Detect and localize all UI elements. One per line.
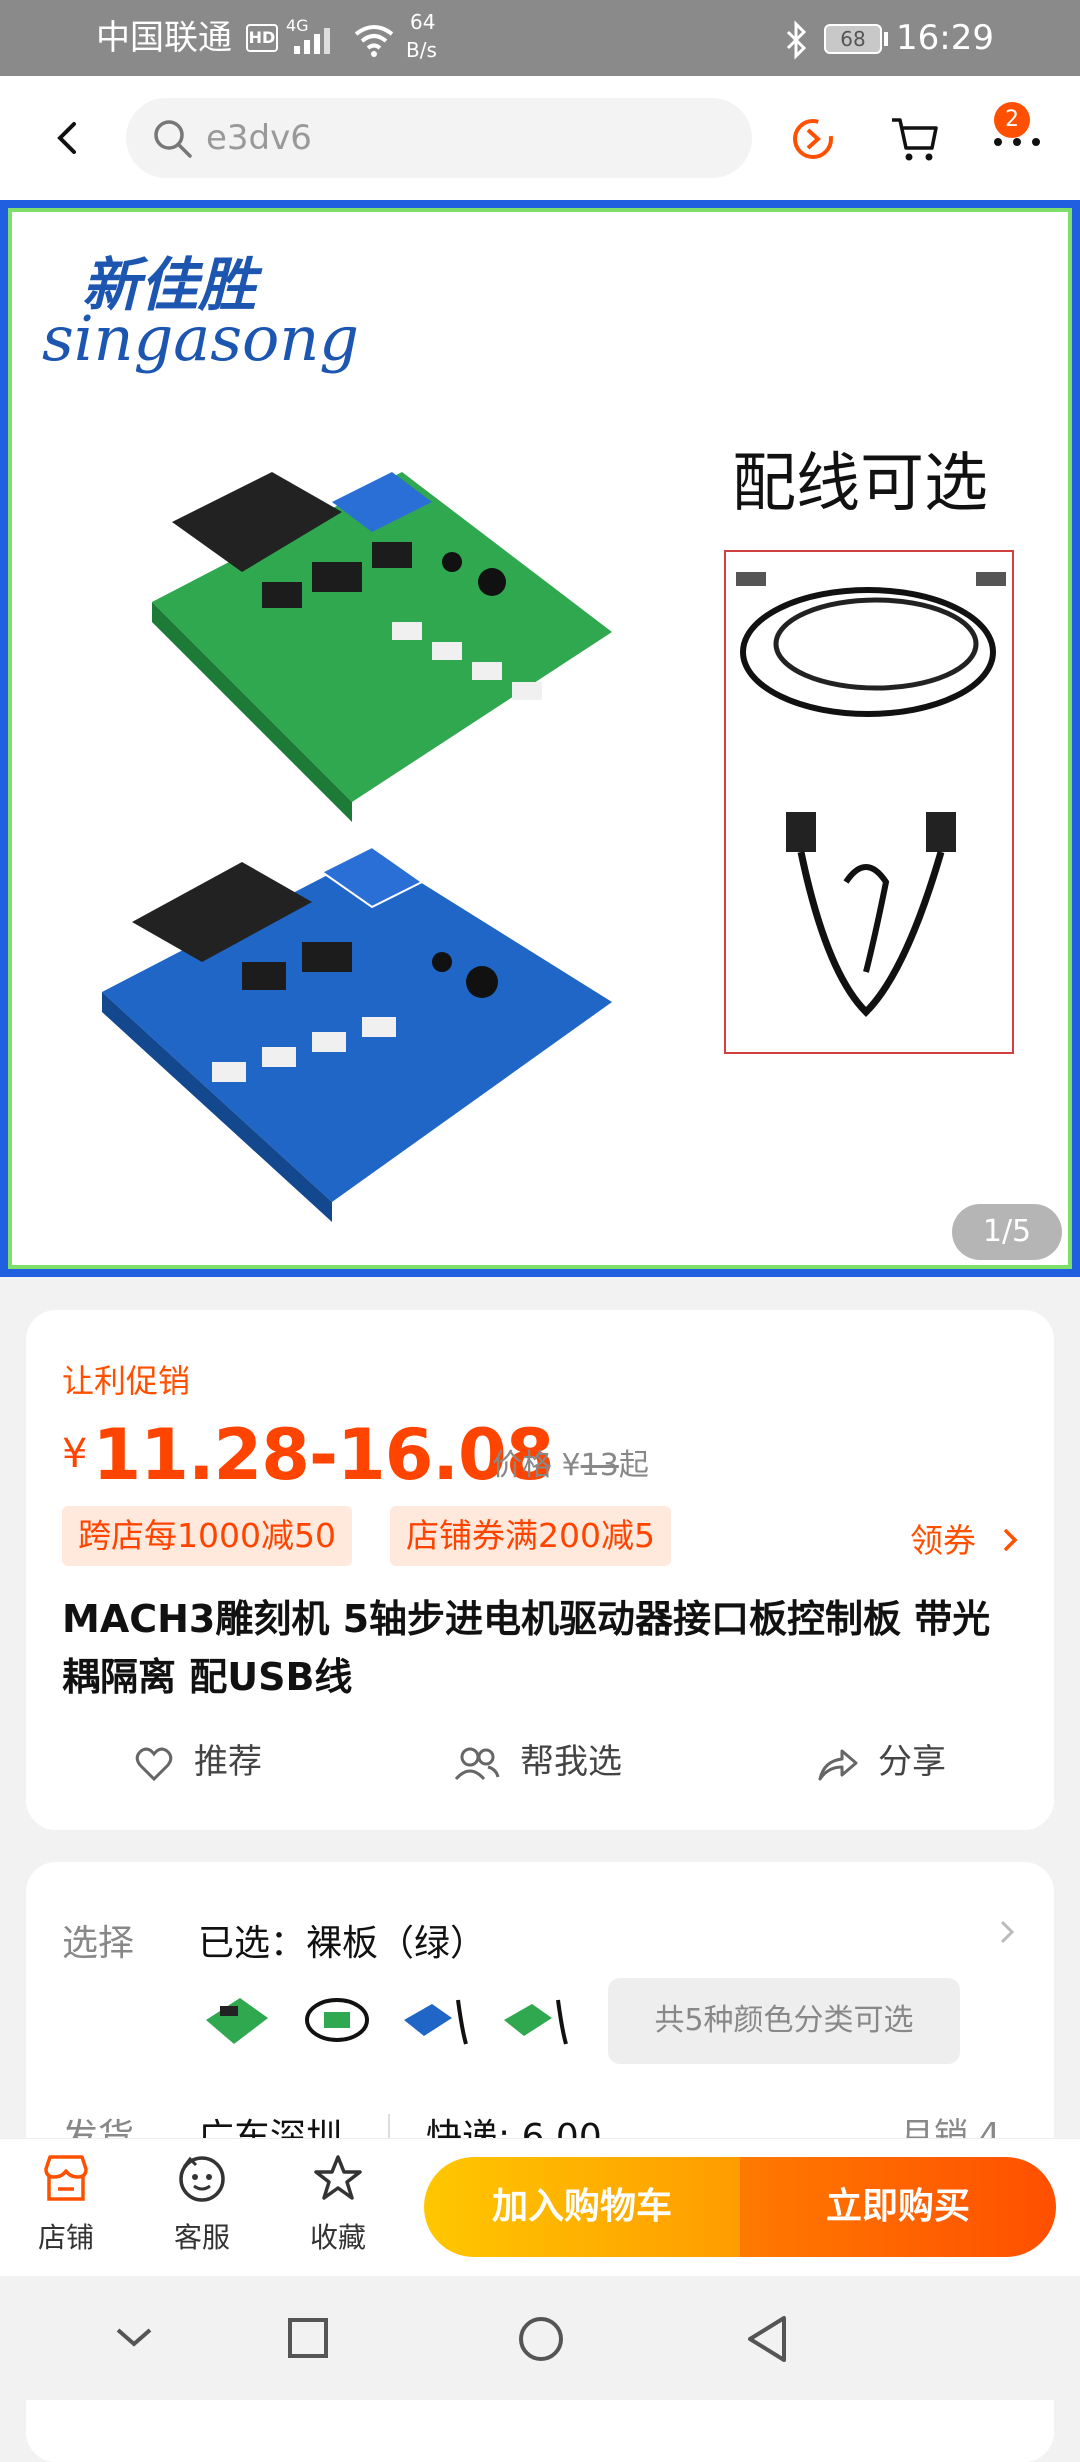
sku-thumb-cable[interactable] [302, 1990, 372, 2050]
usb-cable-image [736, 572, 1006, 1017]
original-price-prefix: 价格 [492, 1448, 552, 1483]
share-label: 分享 [878, 1742, 946, 1782]
net-speed-unit: B/s [406, 38, 437, 62]
star-icon [314, 2155, 362, 2200]
cable-caption: 配线可选 [732, 447, 988, 521]
selected-value: 已选：裸板（绿） [198, 1923, 487, 1964]
home-icon[interactable] [516, 2314, 566, 2364]
favorite-label: 收藏 [309, 2221, 366, 2254]
more-options-button[interactable]: 共5种颜色分类可选 [608, 1978, 960, 2064]
get-coupon-button[interactable]: 领券 [910, 1514, 1023, 1562]
chevron-down-icon[interactable] [112, 2322, 156, 2352]
price-range: ¥ 11.28-16.08 [62, 1414, 555, 1496]
product-gallery[interactable]: 新佳胜 singasong 配线可选 1/5 [0, 200, 1080, 1277]
coupon-store[interactable]: 店铺券满200减5 [390, 1506, 671, 1566]
service-label: 客服 [173, 2221, 230, 2254]
signal-icon [294, 28, 330, 54]
get-coupon-label: 领券 [910, 1521, 976, 1560]
battery-tip [884, 32, 888, 46]
sku-thumb-green[interactable] [202, 1990, 272, 2050]
back-icon[interactable] [48, 118, 88, 158]
status-bar: 中国联通 HD 4G 64 B/s 68 16:29 [0, 0, 1080, 76]
search-input[interactable]: e3dv6 [126, 98, 752, 178]
wifi-icon [354, 25, 394, 57]
shop-label: 店铺 [37, 2221, 94, 2254]
net-speed-value: 64 [410, 10, 436, 34]
brand-logo-en: singasong [42, 302, 359, 375]
hd-badge: HD [246, 24, 278, 52]
green-board-image [152, 472, 612, 822]
search-text: e3dv6 [206, 118, 312, 158]
cart-icon[interactable] [888, 112, 942, 166]
shop-button[interactable]: 店铺 [16, 2153, 116, 2256]
favorite-button[interactable]: 收藏 [288, 2153, 388, 2256]
help-choose-label: 帮我选 [520, 1742, 622, 1782]
chevron-right-icon [1003, 1528, 1017, 1552]
share-button[interactable]: 分享 [816, 1734, 946, 1783]
blue-board-image [102, 845, 612, 1222]
customer-service-button[interactable]: 客服 [152, 2153, 252, 2256]
battery-icon: 68 [824, 24, 882, 54]
product-info-card: 让利促销 ¥ 11.28-16.08 价格 ¥13起 跨店每1000减50 店铺… [26, 1310, 1054, 1830]
price-value: 11.28-16.08 [92, 1414, 555, 1496]
refresh-icon[interactable] [788, 114, 838, 164]
help-choose-button[interactable]: 帮我选 [454, 1734, 622, 1783]
chevron-right-icon [1000, 1920, 1015, 1944]
coupon-cross-store[interactable]: 跨店每1000减50 [62, 1506, 352, 1566]
buy-now-button[interactable]: 立即购买 [740, 2157, 1056, 2257]
bottom-action-bar: 店铺 客服 收藏 加入购物车 立即购买 [0, 2138, 1080, 2276]
share-icon [818, 1749, 858, 1780]
heart-icon [135, 1747, 173, 1781]
sku-thumb-blue-cable[interactable] [402, 1990, 472, 2050]
system-nav-bar [0, 2276, 1080, 2400]
promo-tag: 让利促销 [62, 1362, 191, 1400]
bluetooth-icon [786, 20, 807, 60]
top-nav: e3dv6 2 [0, 76, 1080, 200]
image-counter: 1/5 [952, 1204, 1062, 1260]
shop-icon [44, 2155, 88, 2201]
original-price-value: 13 [580, 1448, 619, 1483]
sku-thumb-green-cable[interactable] [502, 1990, 572, 2050]
recommend-label: 推荐 [194, 1742, 262, 1782]
select-label: 选择 [62, 1923, 135, 1964]
cart-count-badge: 2 [994, 102, 1030, 138]
recent-apps-icon[interactable] [286, 2316, 330, 2360]
people-icon [454, 1747, 500, 1780]
carrier-label: 中国联通 [96, 18, 232, 58]
add-to-cart-button[interactable]: 加入购物车 [424, 2157, 740, 2257]
product-image[interactable]: 新佳胜 singasong 配线可选 1/5 [8, 208, 1072, 1269]
battery-level: 68 [840, 27, 866, 51]
back-nav-icon[interactable] [744, 2314, 792, 2364]
original-price: 价格 ¥13起 [492, 1440, 649, 1484]
clock: 16:29 [896, 18, 994, 58]
original-price-currency: ¥ [561, 1448, 581, 1483]
original-price-suffix: 起 [618, 1448, 649, 1483]
cable-frame [724, 550, 1014, 1054]
product-title: MACH3雕刻机 5轴步进电机驱动器接口板控制板 带光耦隔离 配USB线 [62, 1597, 991, 1699]
search-icon [154, 120, 192, 158]
service-icon [179, 2156, 225, 2202]
price-currency: ¥ [62, 1431, 88, 1477]
recommend-button[interactable]: 推荐 [134, 1734, 262, 1783]
